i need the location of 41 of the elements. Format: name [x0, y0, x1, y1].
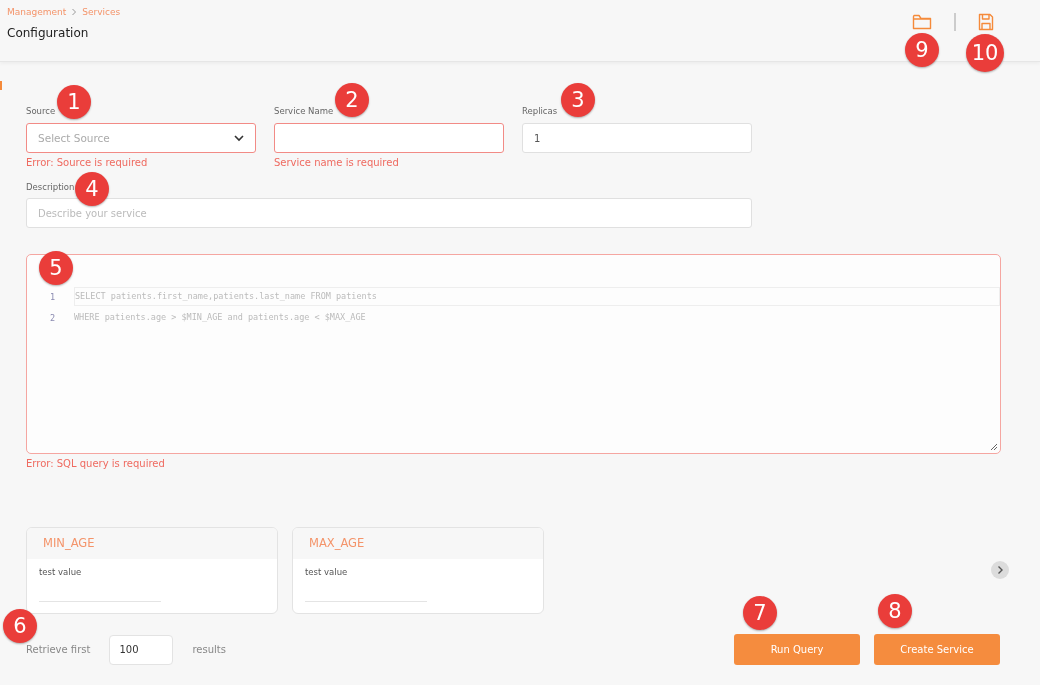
chevron-right-button-icon[interactable]: [991, 561, 1009, 579]
field-label: test value: [39, 567, 83, 577]
page-title: Configuration: [7, 26, 90, 40]
chevron-down-icon: [234, 134, 244, 142]
source-dropdown[interactable]: Select Source: [26, 123, 256, 153]
variable-name: MAX_AGE: [293, 528, 543, 559]
line-number: 2: [48, 312, 55, 323]
line-number: 1: [48, 291, 55, 302]
callout-badge: 7: [743, 596, 777, 630]
callout-badge: 3: [561, 83, 595, 117]
save-icon[interactable]: [978, 13, 994, 31]
callout-badge: 6: [3, 609, 37, 643]
field-label: Description: [26, 182, 75, 193]
results-label: results: [192, 644, 226, 655]
callout-badge: 4: [75, 172, 109, 206]
breadcrumb-link[interactable]: Services: [82, 7, 121, 17]
callout-badge: 1: [57, 85, 91, 119]
folder-icon[interactable]: [912, 13, 932, 31]
field-label: Source: [26, 106, 56, 117]
retrieve-label: Retrieve first: [26, 644, 91, 655]
error-message: Error: Source is required: [26, 157, 149, 168]
variable-name: MIN_AGE: [27, 528, 277, 559]
text-input-field[interactable]: [274, 123, 504, 153]
callout-badge: 10: [966, 34, 1004, 72]
edge-marker: [0, 81, 2, 90]
code-line: WHERE patients.age > $MIN_AGE and patients.age < $MAX_AGE: [74, 311, 367, 324]
callout-badge: 8: [878, 594, 912, 628]
field-label: Service Name: [274, 106, 334, 117]
action-button[interactable]: Run Query: [734, 634, 860, 665]
action-button[interactable]: Create Service: [874, 634, 1000, 665]
breadcrumb-link[interactable]: Management: [7, 7, 67, 17]
field-label: test value: [305, 567, 349, 577]
field-label: Replicas: [522, 106, 558, 117]
description-input-field[interactable]: Describe your service: [26, 198, 752, 228]
chevron-right-icon: [71, 8, 78, 16]
text-input-field[interactable]: 1: [522, 123, 752, 153]
error-message: Error: SQL query is required: [26, 458, 166, 469]
resize-grip-icon[interactable]: [990, 443, 998, 451]
callout-badge: 2: [335, 83, 369, 117]
error-message: Service name is required: [274, 157, 400, 168]
result-limit-field[interactable]: 100: [109, 634, 174, 665]
